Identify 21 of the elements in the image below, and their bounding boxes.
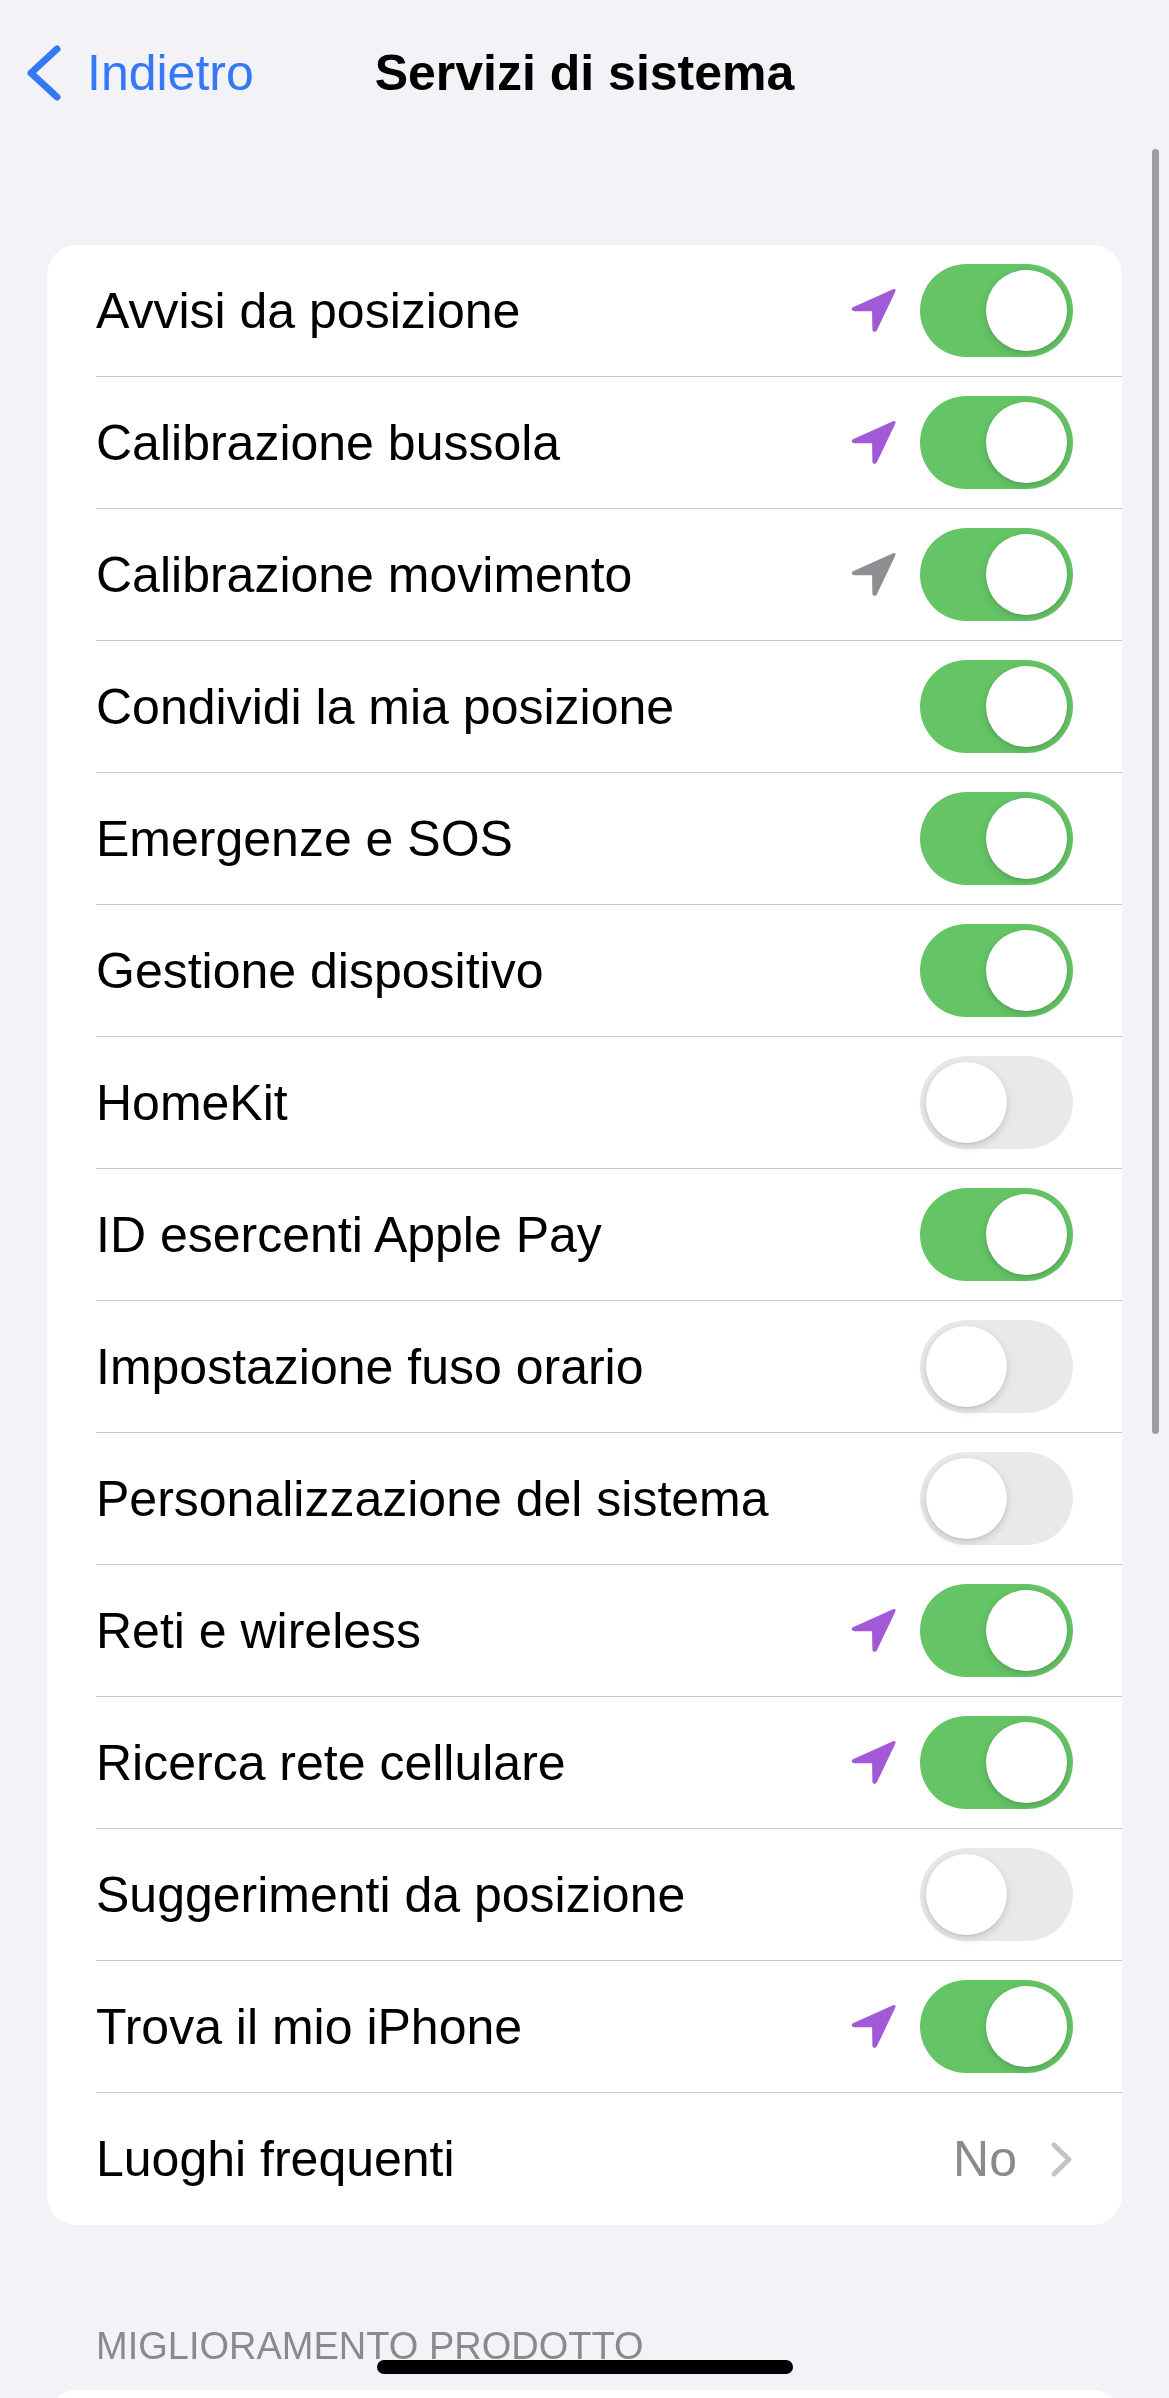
setting-label: Ricerca rete cellulare (96, 1733, 566, 1793)
setting-label: Avvisi da posizione (96, 281, 521, 341)
setting-label: Gestione dispositivo (96, 941, 544, 1001)
setting-label: Trova il mio iPhone (96, 1997, 523, 2057)
setting-label: Luoghi frequenti (96, 2130, 455, 2189)
setting-label: Condividi la mia posizione (96, 677, 675, 737)
setting-label: Suggerimenti da posizione (96, 1865, 686, 1925)
section-header: MIGLIORAMENTO PRODOTTO (96, 2324, 644, 2369)
chevron-right-icon (1050, 2140, 1073, 2178)
setting-label: Reti e wireless (96, 1601, 422, 1661)
setting-label: Calibrazione movimento (96, 545, 633, 605)
screen-title: Servizi di sistema (374, 44, 795, 103)
setting-label: Calibrazione bussola (96, 413, 561, 473)
setting-label: ID esercenti Apple Pay (96, 1205, 602, 1265)
setting-label: Personalizzazione del sistema (96, 1469, 769, 1529)
setting-label: Impostazione fuso orario (96, 1337, 644, 1397)
chevron-left-icon (26, 45, 61, 101)
back-button[interactable]: Indietro (26, 43, 254, 103)
setting-value: No (953, 2130, 1017, 2189)
setting-label: Emergenze e SOS (96, 809, 513, 869)
setting-label: HomeKit (96, 1073, 288, 1133)
